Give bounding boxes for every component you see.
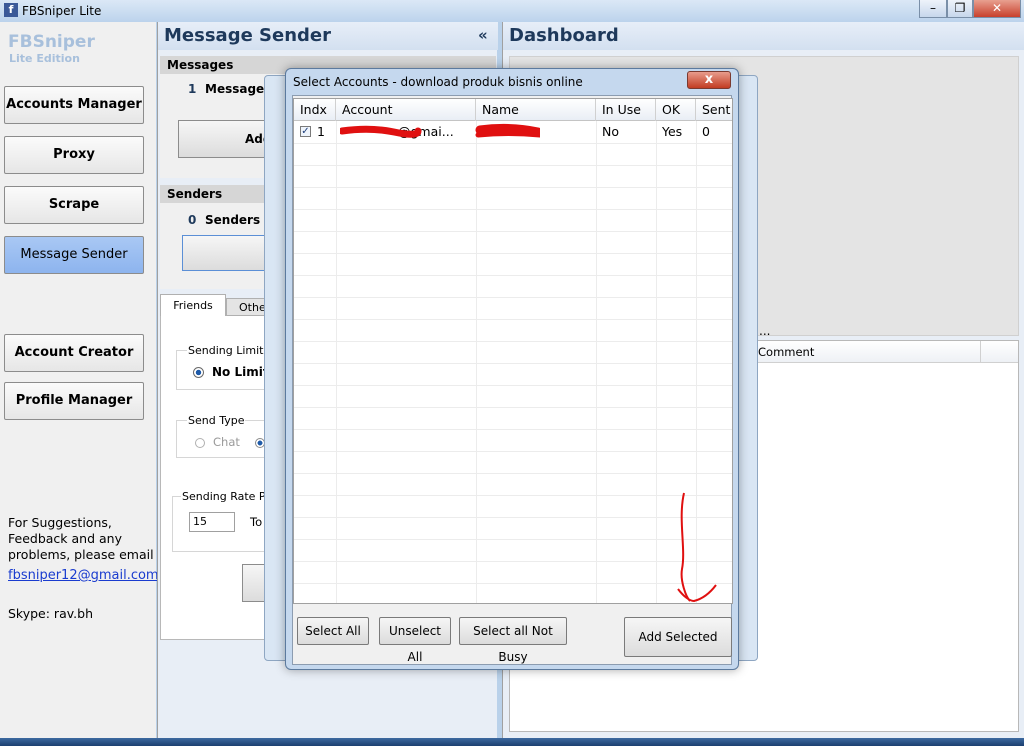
message-sender-button[interactable]: Message Sender — [4, 236, 144, 274]
no-limit-radio[interactable] — [193, 367, 204, 378]
rate-to-label: To — [250, 515, 263, 529]
col-name[interactable]: Name — [476, 99, 596, 121]
grid-hline — [294, 209, 732, 210]
select-not-busy-button[interactable]: Select all Not Busy — [459, 617, 567, 664]
grid-hline — [294, 275, 732, 276]
col-in-use[interactable]: In Use — [596, 99, 656, 121]
dialog-close-button[interactable]: x — [687, 71, 731, 89]
profile-manager-button[interactable]: Profile Manager — [4, 382, 144, 420]
brand-name: FBSniper — [8, 32, 95, 52]
col-sent[interactable]: Sent — [696, 99, 732, 121]
grid-hline — [294, 319, 732, 320]
chat-radio[interactable] — [195, 438, 205, 448]
col-index[interactable]: Indx — [294, 99, 336, 121]
dashboard-title: Dashboard — [503, 22, 1024, 50]
accounts-manager-button[interactable]: Accounts Manager — [4, 86, 144, 124]
red-arrow-annotation — [677, 492, 717, 603]
row-in-use: No — [602, 124, 619, 139]
messages-label: Messages — [205, 82, 272, 96]
grid-hline — [294, 187, 732, 188]
tab-friends[interactable]: Friends — [160, 294, 226, 316]
grid-hline — [294, 451, 732, 452]
dialog-body: Indx Account Name In Use OK Sent ✓ 1 @gm… — [292, 95, 733, 665]
left-nav-panel: FBSniper Lite Edition Accounts Manager P… — [0, 22, 159, 738]
add-selected-button[interactable]: Add Selected — [624, 617, 732, 657]
skype-contact: Skype: rav.bh — [8, 606, 93, 621]
grid-hline — [294, 253, 732, 254]
senders-label: Senders S — [205, 213, 273, 227]
grid-hline — [294, 495, 732, 496]
rate-from-input[interactable]: 15 — [189, 512, 235, 532]
no-limit-label: No Limit — [212, 365, 269, 379]
sending-rate-label: Sending Rate Per — [181, 490, 278, 503]
scrape-button[interactable]: Scrape — [4, 186, 144, 224]
brand-edition: Lite Edition — [9, 52, 80, 65]
chat-label: Chat — [213, 435, 240, 449]
grid-hline — [294, 363, 732, 364]
message-sender-title: Message Sender — [158, 22, 498, 50]
grid-hline — [294, 539, 732, 540]
senders-count: 0 — [188, 213, 197, 227]
row-index: 1 — [317, 124, 325, 139]
message-sender-title-text: Message Sender — [164, 25, 332, 46]
maximize-button[interactable]: ❐ — [947, 0, 973, 18]
grid-hline — [294, 143, 732, 144]
comment-column-header: Comment — [758, 345, 815, 359]
redaction-scribble — [340, 123, 540, 138]
contact-email-link[interactable]: fbsniper12@gmail.com — [8, 568, 159, 584]
col-ok[interactable]: OK — [656, 99, 696, 121]
taskbar — [0, 738, 1024, 746]
window-title: FBSniper Lite — [22, 4, 102, 18]
grid-hline — [294, 473, 732, 474]
grid-hline — [294, 341, 732, 342]
accounts-grid-header: Indx Account Name In Use OK Sent — [294, 99, 732, 121]
row-checkbox[interactable]: ✓ — [300, 126, 311, 137]
col-account[interactable]: Account — [336, 99, 476, 121]
dialog-title: Select Accounts - download produk bisnis… — [293, 75, 583, 89]
contact-line-2: Feedback and any — [8, 531, 122, 546]
contact-line-1: For Suggestions, — [8, 515, 112, 530]
grid-hline — [294, 517, 732, 518]
table-row[interactable]: ✓ 1 @gmai... No Yes 0 — [294, 121, 732, 143]
accounts-grid[interactable]: Indx Account Name In Use OK Sent ✓ 1 @gm… — [293, 98, 733, 604]
grid-hline — [294, 165, 732, 166]
grid-hline — [294, 561, 732, 562]
select-accounts-dialog: Select Accounts - download produk bisnis… — [285, 68, 739, 670]
grid-hline — [294, 583, 732, 584]
dashboard-ellipsis: ... — [759, 324, 771, 338]
select-all-button[interactable]: Select All — [297, 617, 369, 645]
window-title-bar: f FBSniper Lite – ❐ ✕ — [0, 0, 1024, 22]
minimize-button[interactable]: – — [919, 0, 947, 18]
grid-hline — [294, 385, 732, 386]
row-sent: 0 — [702, 124, 710, 139]
unselect-all-button[interactable]: Unselect All — [379, 617, 451, 664]
messages-count: 1 — [188, 82, 197, 96]
grid-hline — [294, 297, 732, 298]
send-type-label: Send Type — [187, 414, 246, 427]
window-close-button[interactable]: ✕ — [973, 0, 1021, 18]
column-divider — [980, 341, 981, 363]
contact-line-3: problems, please email — [8, 547, 154, 562]
account-creator-button[interactable]: Account Creator — [4, 334, 144, 372]
grid-hline — [294, 429, 732, 430]
grid-hline — [294, 231, 732, 232]
proxy-button[interactable]: Proxy — [4, 136, 144, 174]
collapse-icon[interactable]: « — [478, 26, 488, 44]
grid-hline — [294, 407, 732, 408]
row-ok: Yes — [662, 124, 683, 139]
app-icon: f — [4, 3, 18, 17]
